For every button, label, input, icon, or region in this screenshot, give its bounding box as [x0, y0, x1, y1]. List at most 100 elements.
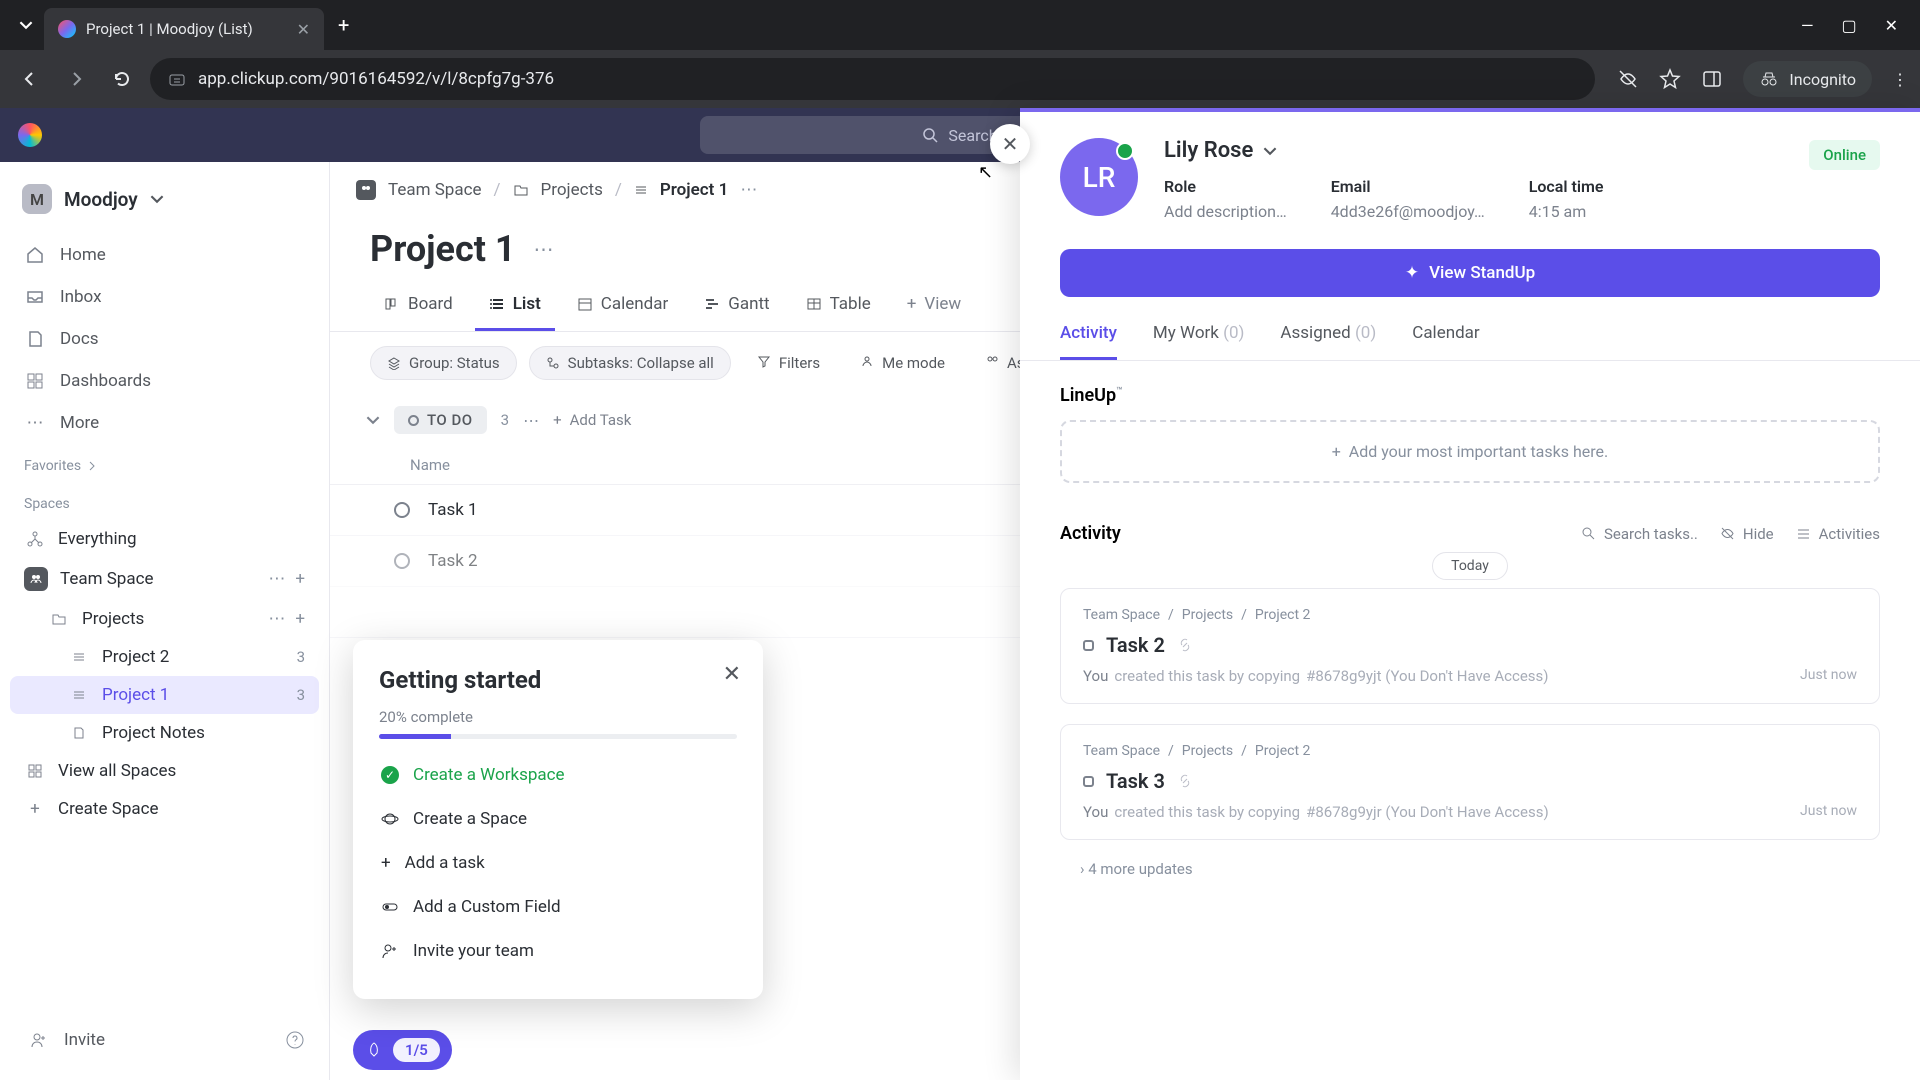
group-chip[interactable]: Group: Status: [370, 346, 517, 380]
sidebar-item-team-space[interactable]: Team Space⋯+: [10, 558, 319, 600]
eye-off-icon[interactable]: [1617, 68, 1639, 90]
page-title: Project 1: [370, 228, 516, 270]
status-circle-icon[interactable]: [394, 553, 410, 569]
activity-task-name[interactable]: Task 3: [1106, 769, 1165, 793]
activity-task-name[interactable]: Task 2: [1106, 633, 1165, 657]
breadcrumb-space[interactable]: Team Space: [388, 180, 482, 200]
layers-icon: [387, 356, 401, 370]
status-circle-icon[interactable]: [394, 502, 410, 518]
sidebar-item-everything[interactable]: Everything: [10, 520, 319, 558]
bookmark-star-icon[interactable]: [1659, 68, 1681, 90]
onboarding-progress-pill[interactable]: 1/5: [353, 1030, 452, 1070]
incognito-badge[interactable]: Incognito: [1743, 61, 1872, 97]
popup-close-icon[interactable]: ✕: [723, 662, 741, 687]
tab-calendar[interactable]: Calendar: [1412, 323, 1479, 360]
tab-board[interactable]: Board: [370, 280, 467, 331]
clickup-logo-icon[interactable]: [18, 123, 42, 147]
sidebar-item-dashboards[interactable]: Dashboards: [10, 360, 319, 402]
filters-button[interactable]: Filters: [743, 347, 834, 379]
breadcrumb-list[interactable]: Project 1: [660, 180, 728, 200]
section-title: Spaces: [24, 496, 70, 512]
activity-card[interactable]: Team Space/Projects/Project 2 Task 3 Jus…: [1060, 724, 1880, 840]
browser-tab[interactable]: Project 1 | Moodjoy (List) ✕: [44, 8, 324, 50]
tab-gantt[interactable]: Gantt: [690, 280, 783, 331]
invite-button[interactable]: Invite: [24, 1024, 109, 1056]
tab-label: Assigned: [1280, 323, 1350, 343]
plus-icon[interactable]: +: [295, 569, 305, 589]
activity-filter[interactable]: Activities: [1796, 525, 1880, 543]
link-icon[interactable]: [1177, 637, 1193, 653]
activity-hide[interactable]: Hide: [1720, 525, 1774, 543]
more-icon: ⋯: [24, 413, 46, 433]
status-square-icon: [1083, 776, 1094, 787]
sidebar-item-create-space[interactable]: +Create Space: [10, 790, 319, 828]
tab-list[interactable]: List: [475, 280, 555, 331]
workspace-switcher[interactable]: M Moodjoy: [10, 176, 319, 222]
minimize-icon[interactable]: ―: [1801, 16, 1814, 35]
tab-mywork[interactable]: My Work (0): [1153, 323, 1245, 360]
tab-assigned[interactable]: Assigned (0): [1280, 323, 1376, 360]
add-view-button[interactable]: +View: [893, 280, 975, 331]
onboarding-item-workspace[interactable]: ✓Create a Workspace: [379, 753, 737, 797]
lineup-add-box[interactable]: + Add your most important tasks here.: [1060, 420, 1880, 483]
sidebar-item-project1[interactable]: Project 13: [10, 676, 319, 714]
back-button[interactable]: [12, 61, 48, 97]
subtasks-chip[interactable]: Subtasks: Collapse all: [529, 346, 731, 380]
help-icon[interactable]: [285, 1030, 305, 1050]
reload-button[interactable]: [104, 61, 140, 97]
activity-card[interactable]: Team Space/Projects/Project 2 Task 2 Jus…: [1060, 588, 1880, 704]
sidebar-item-label: Docs: [60, 329, 99, 349]
link-icon[interactable]: [1177, 773, 1193, 789]
more-icon[interactable]: ⋯: [268, 609, 285, 629]
view-standup-button[interactable]: ✦View StandUp: [1060, 249, 1880, 297]
sidebar-item-home[interactable]: Home: [10, 234, 319, 276]
tab-close-icon[interactable]: ✕: [297, 20, 310, 39]
onboarding-item-space[interactable]: Create a Space: [379, 797, 737, 841]
list-icon: [634, 183, 648, 197]
sidebar-item-view-all-spaces[interactable]: View all Spaces: [10, 752, 319, 790]
user-plus-icon: [381, 942, 399, 960]
role-value[interactable]: Add description…: [1164, 202, 1287, 221]
new-tab-button[interactable]: +: [324, 13, 363, 37]
sidebar-item-project2[interactable]: Project 23: [10, 638, 319, 676]
close-window-icon[interactable]: ✕: [1885, 16, 1898, 35]
side-panel-icon[interactable]: [1701, 68, 1723, 90]
plus-icon[interactable]: +: [295, 609, 305, 629]
sidebar-item-inbox[interactable]: Inbox: [10, 276, 319, 318]
sidebar-item-project-notes[interactable]: Project Notes: [10, 714, 319, 752]
onboarding-item-invite[interactable]: Invite your team: [379, 929, 737, 973]
breadcrumb-folder[interactable]: Projects: [541, 180, 603, 200]
dashboard-icon: [24, 371, 46, 391]
add-task-button[interactable]: +Add Task: [553, 411, 631, 429]
more-icon[interactable]: ⋯: [534, 237, 554, 261]
tab-calendar[interactable]: Calendar: [563, 280, 682, 331]
spaces-section: Spaces: [10, 482, 319, 520]
sidebar-item-docs[interactable]: Docs: [10, 318, 319, 360]
maximize-icon[interactable]: ▢: [1841, 16, 1856, 35]
tab-table[interactable]: Table: [792, 280, 885, 331]
more-updates-link[interactable]: › 4 more updates: [1080, 860, 1860, 878]
favorites-section[interactable]: Favorites: [10, 444, 319, 482]
browser-menu-icon[interactable]: ⋮: [1892, 70, 1908, 89]
collapse-group-icon[interactable]: [366, 413, 380, 427]
tab-activity[interactable]: Activity: [1060, 323, 1117, 360]
status-pill[interactable]: TO DO: [394, 406, 487, 434]
profile-avatar[interactable]: LR: [1060, 138, 1138, 216]
profile-name[interactable]: Lily Rose: [1164, 138, 1880, 163]
view-tab-label: Board: [408, 294, 453, 314]
activity-search[interactable]: Search tasks..: [1581, 525, 1698, 543]
more-icon[interactable]: ⋯: [740, 180, 757, 200]
sidebar-item-projects-folder[interactable]: Projects⋯+: [10, 600, 319, 638]
url-bar[interactable]: app.clickup.com/9016164592/v/l/8cpfg7g-3…: [150, 58, 1595, 100]
sidebar-item-more[interactable]: ⋯More: [10, 402, 319, 444]
chip-label: Filters: [779, 354, 820, 372]
more-icon[interactable]: ⋯: [523, 411, 539, 430]
me-mode-button[interactable]: Me mode: [846, 347, 959, 379]
onboarding-item-field[interactable]: Add a Custom Field: [379, 885, 737, 929]
site-info-icon[interactable]: [168, 70, 186, 88]
forward-button[interactable]: [58, 61, 94, 97]
more-icon[interactable]: ⋯: [268, 569, 285, 589]
workspace-avatar: M: [22, 184, 52, 214]
tab-search-dropdown[interactable]: [8, 7, 44, 43]
onboarding-item-task[interactable]: +Add a task: [379, 841, 737, 885]
